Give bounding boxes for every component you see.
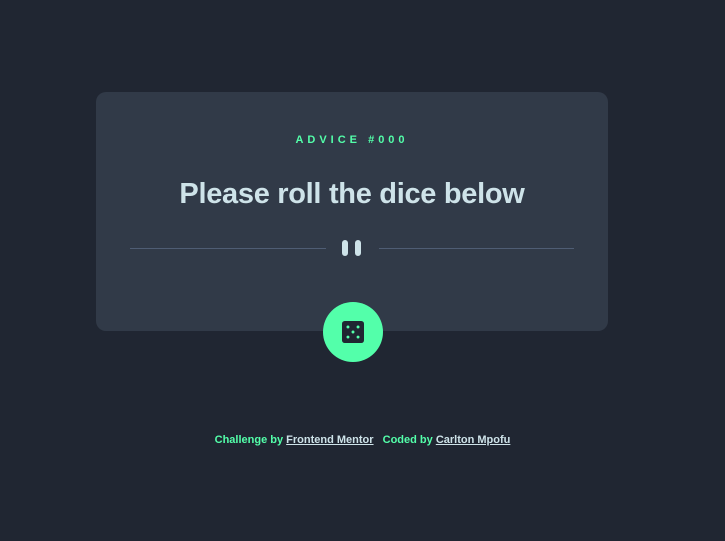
advice-number-label: ADVICE #000 [295,134,409,146]
advice-card: ADVICE #000 Please roll the dice below [96,92,608,331]
coded-by-label: Coded by [382,434,433,446]
divider-line-left [130,248,326,249]
author-link[interactable]: Carlton Mpofu [436,434,511,446]
challenge-label: Challenge by [214,434,284,446]
frontend-mentor-link[interactable]: Frontend Mentor [286,434,373,446]
pause-icon [342,240,362,258]
dice-icon [342,321,364,343]
roll-dice-button[interactable] [323,302,383,362]
attribution-footer: Challenge by Frontend Mentor Coded by Ca… [0,433,725,447]
divider [130,240,574,258]
advice-quote: Please roll the dice below [179,178,525,210]
divider-line-right [379,248,574,249]
